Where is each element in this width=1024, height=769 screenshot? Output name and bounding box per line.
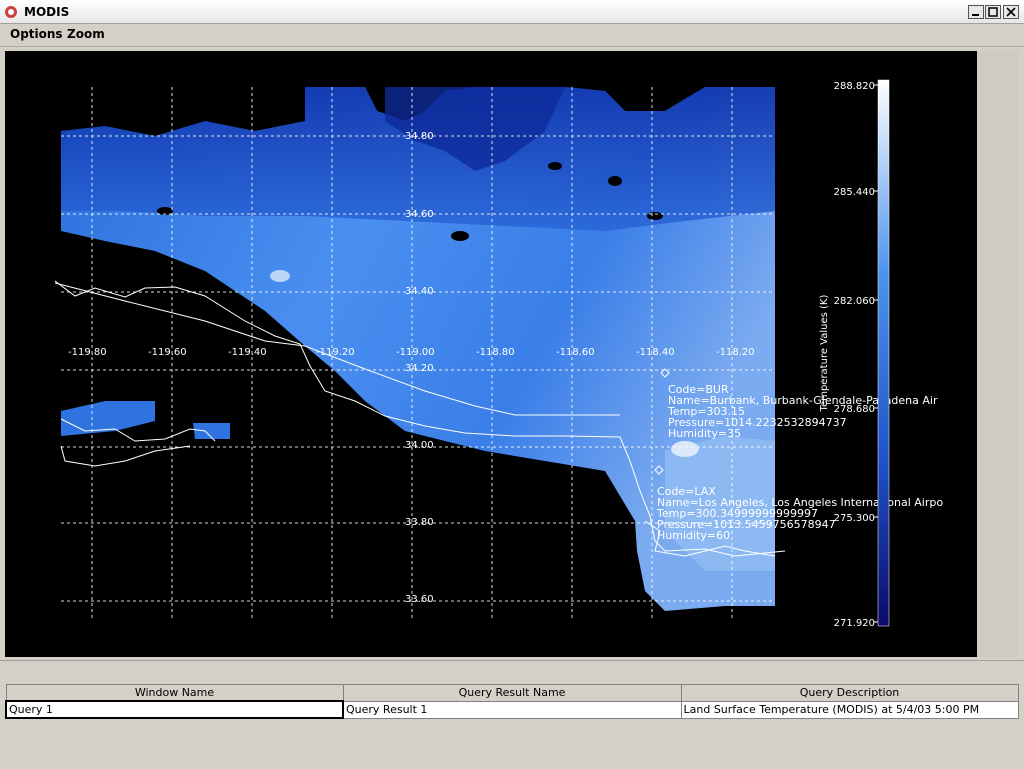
colorbar-title: Temperature Values (K) (819, 295, 830, 413)
menu-zoom[interactable]: Zoom (67, 27, 105, 41)
lon-label: -119.80 (68, 347, 107, 358)
colorbar-tick: 278.680 (834, 404, 875, 415)
map-viewer[interactable]: 34.80 34.60 34.40 34.20 34.00 33.80 33.6… (5, 51, 977, 657)
query-table[interactable]: Window Name Query Result Name Query Desc… (5, 684, 1019, 719)
lon-label: -119.00 (396, 347, 435, 358)
lon-label: -118.40 (636, 347, 675, 358)
table-cell[interactable]: Query Result 1 (342, 700, 682, 719)
lat-label: 34.20 (405, 363, 434, 374)
lat-label: 33.80 (405, 517, 434, 528)
lon-label: -118.20 (716, 347, 755, 358)
java-app-icon (3, 4, 19, 20)
table-cell[interactable]: Query 1 (5, 700, 344, 719)
title-bar: MODIS (0, 0, 1024, 24)
column-header-query-description[interactable]: Query Description (680, 684, 1019, 702)
viewer-side-panel (978, 51, 1018, 657)
lat-label: 33.60 (405, 594, 434, 605)
lat-label: 34.60 (405, 209, 434, 220)
station-bur-annotation: Code=BUR Name=Burbank, Burbank-Glendale-… (667, 383, 938, 440)
menu-bar: Options Zoom (0, 24, 1024, 47)
colorbar-tick: 275.300 (834, 513, 875, 524)
close-button[interactable] (1003, 5, 1019, 19)
lon-label: -118.80 (476, 347, 515, 358)
window-title: MODIS (24, 5, 70, 19)
station-text: Humidity=60 (657, 529, 730, 542)
colorbar-tick: 288.820 (834, 81, 875, 92)
station-text: Humidity=35 (668, 427, 741, 440)
column-header-window-name[interactable]: Window Name (5, 684, 344, 702)
colorbar-tick: 271.920 (834, 618, 875, 629)
color-bar (877, 79, 890, 627)
colorbar-tick: 282.060 (834, 296, 875, 307)
column-header-query-result-name[interactable]: Query Result Name (342, 684, 682, 702)
lon-label: -119.40 (228, 347, 267, 358)
lat-label: 34.00 (405, 440, 434, 451)
maximize-button[interactable] (985, 5, 1001, 19)
lat-label: 34.80 (405, 131, 434, 142)
lat-label: 34.40 (405, 286, 434, 297)
menu-options[interactable]: Options (10, 27, 63, 41)
lon-label: -119.60 (148, 347, 187, 358)
colorbar-tick: 285.440 (834, 187, 875, 198)
table-cell[interactable]: Land Surface Temperature (MODIS) at 5/4/… (680, 700, 1019, 719)
table-row[interactable]: Query 1 Query Result 1 Land Surface Temp… (5, 700, 1019, 719)
station-lax-annotation: Code=LAX Name=Los Angeles, Los Angeles I… (656, 485, 943, 542)
lon-label: -118.60 (556, 347, 595, 358)
minimize-button[interactable] (968, 5, 984, 19)
